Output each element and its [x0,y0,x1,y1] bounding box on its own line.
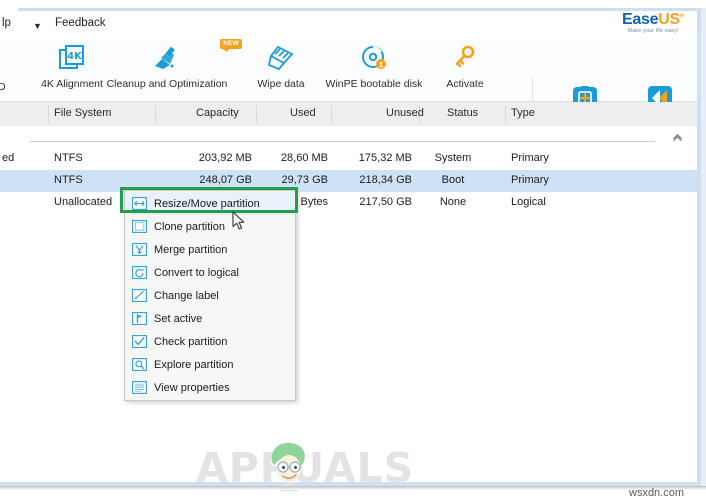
window-frame-right-outer [701,8,706,486]
cleanup-brush-icon: NEW [104,39,242,75]
cell-unused: 175,32 MB [358,152,412,164]
context-menu-label: Merge partition [154,243,228,256]
table-row[interactable]: Unallocated 0 Bytes 217,50 GB None Logic… [0,192,697,214]
svg-text:1: 1 [379,61,384,69]
context-menu-item-change-label[interactable]: Change label [125,284,295,307]
partition-table-body: ed NTFS 203,92 MB 28,60 MB 175,32 MB Sys… [0,126,697,223]
toolbar-button-4k-alignment[interactable]: 4K 4K Alignment [28,41,116,90]
context-menu-item-set-active[interactable]: Set active [125,307,295,330]
cell-file-system: Unallocated [54,196,113,208]
svg-text:4K: 4K [67,51,83,62]
easeus-logo-tagline: Make your life easy! [627,28,679,34]
column-divider [331,105,332,123]
column-header-used[interactable]: Used [290,107,316,119]
toolbar-label: WinPE bootable disk [325,78,423,90]
toolbar-label: Wipe data [257,78,305,90]
clone-square-icon [129,219,149,234]
bottom-shadow [0,486,706,490]
cell-used: 29,73 GB [281,174,328,186]
table-row[interactable]: NTFS 248,07 GB 29,73 GB 218,34 GB Boot P… [0,170,697,192]
column-header-file-system[interactable]: File System [54,107,111,119]
4k-alignment-icon: 4K [28,41,116,75]
cell-status: Boot [441,174,465,186]
magnifier-icon [129,357,149,372]
toolbar-label: 4K Alignment [41,78,103,90]
cell-used: 28,60 MB [280,152,328,164]
context-menu-label: Convert to logical [154,266,239,279]
toolbar-label: Activate [446,78,484,90]
column-header-type[interactable]: Type [511,107,535,119]
document-lines-icon [129,380,149,395]
cell-capacity: 248,07 GB [199,174,252,186]
cell-type: Primary [511,152,549,164]
cell-status: System [434,152,472,164]
new-badge: NEW [220,39,242,52]
toolbar-button-winpe-bootable-disk[interactable]: 1 WinPE bootable disk [316,41,432,90]
column-header-capacity[interactable]: Capacity [196,107,239,119]
site-watermark: wsxdn.com [629,487,685,499]
context-menu-label: View properties [154,381,230,394]
chevron-down-icon[interactable]: ▼ [33,21,42,31]
convert-refresh-icon [129,265,149,280]
context-menu-label: Explore partition [154,358,234,371]
checkmark-icon [129,334,149,349]
toolbar-button-activate[interactable]: Activate [432,41,498,90]
flag-icon [129,311,149,326]
cell-status: None [439,196,467,208]
context-menu-item-check-partition[interactable]: Check partition [125,330,295,353]
partition-context-menu: Resize/Move partition Clone partition Me… [124,190,296,401]
pencil-icon [129,288,149,303]
cell-file-system: NTFS [54,174,83,186]
context-menu-label: Change label [154,289,219,302]
context-menu-label: Resize/Move partition [154,197,260,210]
cell-unused: 218,34 GB [359,174,412,186]
table-row[interactable]: ed NTFS 203,92 MB 28,60 MB 175,32 MB Sys… [0,148,697,170]
cell-file-system: NTFS [54,152,83,164]
column-divider [48,105,49,123]
merge-arrow-icon [129,242,149,257]
easeus-logo: EaseUS® Make your life easy! [610,12,696,35]
cell-capacity: 203,92 MB [198,152,252,164]
column-header-unused[interactable]: Unused [386,107,424,119]
toolbar-button-partial-left[interactable]: D [0,81,6,93]
context-menu-item-merge-partition[interactable]: Merge partition [125,238,295,261]
screenshot-root: lp ▼ Feedback EaseUS® Make your life eas… [0,0,706,504]
cell-unused: 217,50 GB [359,196,412,208]
key-icon [432,41,498,75]
toolbar-button-cleanup-and-optimization[interactable]: NEW Cleanup and Optimization [104,39,242,90]
collapse-chevron-icon[interactable] [672,133,683,145]
context-menu-item-clone-partition[interactable]: Clone partition [125,215,295,238]
resize-arrows-icon [129,196,149,211]
menu-bar: lp ▼ Feedback [0,11,697,39]
context-menu-label: Clone partition [154,220,225,233]
context-menu-label: Set active [154,312,203,325]
cell-type: Primary [511,174,549,186]
column-divider [256,105,257,123]
toolbar: D 4K 4K Alignment NEW Cleanup and Optimi… [0,38,697,139]
easeus-logo-text: EaseUS® [622,11,684,28]
context-menu-item-resize-move-partition[interactable]: Resize/Move partition [125,192,295,215]
disk-group-row [0,126,697,148]
context-menu-item-convert-to-logical[interactable]: Convert to logical [125,261,295,284]
context-menu-label: Check partition [154,335,228,348]
context-menu-item-explore-partition[interactable]: Explore partition [125,353,295,376]
menu-item-feedback[interactable]: Feedback [55,17,106,29]
toolbar-label: Cleanup and Optimization [106,78,228,90]
winpe-disc-icon: 1 [316,41,432,75]
appuals-mascot-icon [268,441,310,491]
wipe-data-icon [246,41,316,75]
cell-type: Logical [511,196,546,208]
column-divider [505,105,506,123]
cell-partition: ed [2,152,15,164]
column-header-status[interactable]: Status [447,107,478,119]
context-menu-item-view-properties[interactable]: View properties [125,376,295,399]
toolbar-button-wipe-data[interactable]: Wipe data [246,41,316,90]
menu-item-help[interactable]: lp [2,17,11,29]
partition-table-header: File System Capacity Used Unused Status … [0,102,697,127]
group-separator [30,141,655,142]
column-divider [155,105,156,123]
